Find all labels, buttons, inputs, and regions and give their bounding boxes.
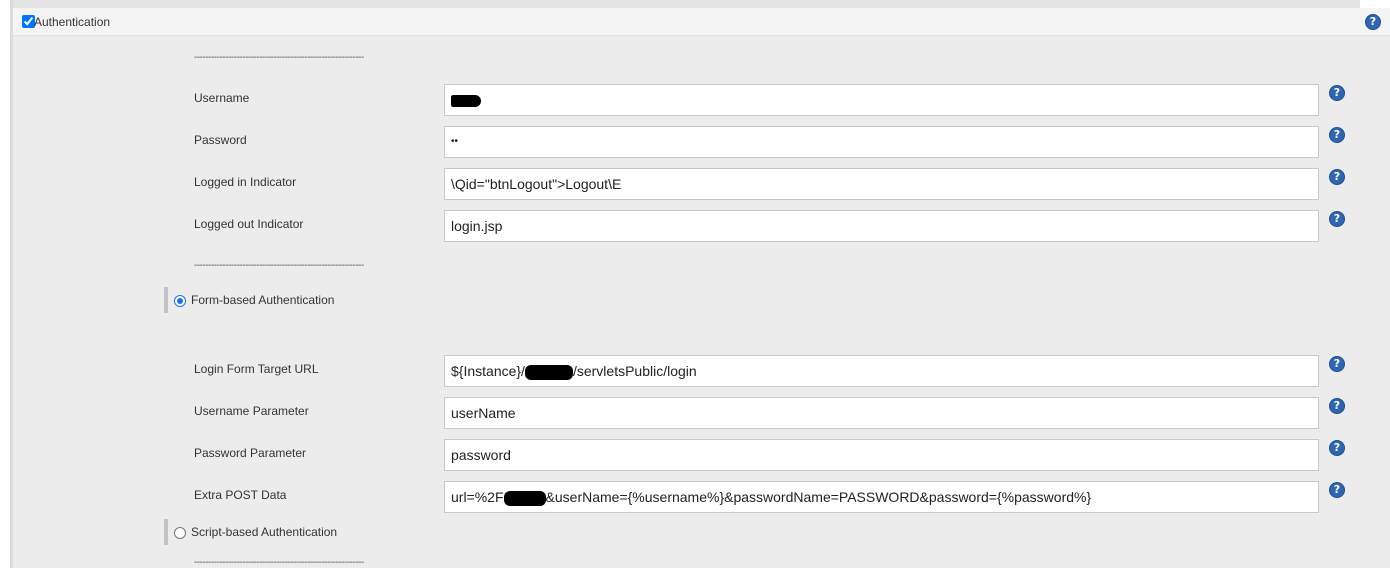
logged-in-indicator-field[interactable]: \Qid="btnLogout">Logout\E [444, 168, 1319, 200]
radio-group-marker [164, 519, 168, 545]
password-parameter-field[interactable]: password [444, 439, 1319, 471]
section-title: Authentication [34, 15, 111, 29]
form-based-label[interactable]: Form-based Authentication [191, 293, 334, 307]
question-circle-icon[interactable]: ? [1329, 440, 1345, 456]
username-field[interactable] [444, 84, 1319, 116]
extra-post-data-label: Extra POST Data [194, 488, 287, 502]
script-based-radio[interactable] [174, 527, 186, 539]
redacted-value [451, 95, 481, 108]
question-circle-icon[interactable]: ? [1329, 127, 1345, 143]
login-form-target-url-label: Login Form Target URL [194, 362, 319, 376]
redacted-value [524, 364, 573, 380]
username-parameter-label: Username Parameter [194, 404, 309, 418]
password-parameter-label: Password Parameter [194, 446, 307, 460]
separator: ----------------------------------------… [194, 52, 364, 63]
form-based-radio[interactable] [174, 295, 186, 307]
separator: ----------------------------------------… [194, 260, 364, 271]
logged-in-indicator-label: Logged in Indicator [194, 175, 297, 189]
question-circle-icon[interactable]: ? [1329, 482, 1345, 498]
question-circle-icon[interactable]: ? [1365, 14, 1381, 30]
redacted-value [503, 490, 546, 506]
script-based-label[interactable]: Script-based Authentication [191, 525, 337, 539]
radio-group-marker [164, 287, 168, 313]
previous-section-bottom [13, 0, 1360, 8]
password-field[interactable]: •• [444, 126, 1319, 158]
question-circle-icon[interactable]: ? [1329, 356, 1345, 372]
username-parameter-field[interactable]: userName [444, 397, 1319, 429]
logged-out-indicator-field[interactable]: login.jsp [444, 210, 1319, 242]
left-margin [0, 0, 10, 568]
section-header [13, 8, 1390, 36]
question-circle-icon[interactable]: ? [1329, 169, 1345, 185]
question-circle-icon[interactable]: ? [1329, 398, 1345, 414]
username-label: Username [194, 91, 250, 105]
password-label: Password [194, 133, 247, 147]
extra-post-data-field[interactable]: url=%2F &userName={%username%}&passwordNa… [444, 481, 1319, 513]
question-circle-icon[interactable]: ? [1329, 211, 1345, 227]
separator: ----------------------------------------… [194, 557, 364, 568]
logged-out-indicator-label: Logged out Indicator [194, 217, 304, 231]
login-form-target-url-field[interactable]: ${Instance}//servletsPublic/login [444, 355, 1319, 387]
question-circle-icon[interactable]: ? [1329, 85, 1345, 101]
